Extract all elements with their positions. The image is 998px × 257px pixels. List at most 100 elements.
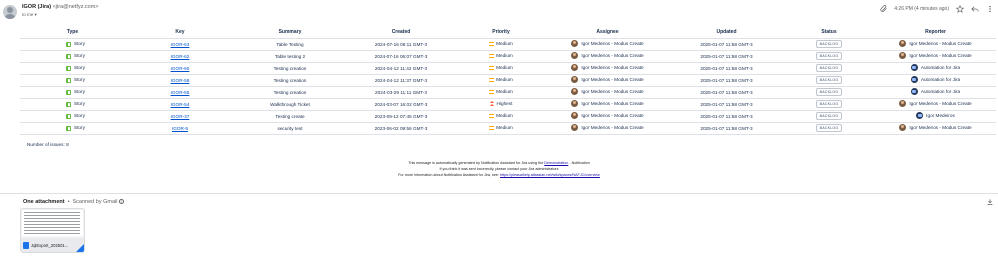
assignee-name: Igor Medeiros - Modus Create <box>581 113 644 118</box>
cell-status: BACKLOG <box>783 49 875 62</box>
table-row[interactable]: Story IGOR-55 Testing creation 2024-03-29 1… <box>20 85 996 98</box>
cell-priority: Medium <box>457 121 545 135</box>
reporter-avatar <box>910 76 918 83</box>
reporter-avatar <box>910 88 918 95</box>
cell-type: Story <box>20 109 125 122</box>
priority-label: Medium <box>496 113 513 119</box>
add-to-drive-icon[interactable] <box>986 198 994 206</box>
status-badge: BACKLOG <box>815 52 843 60</box>
attachments-separator: • <box>67 199 70 205</box>
sender-avatar[interactable] <box>3 5 17 19</box>
issue-type: Story <box>74 89 85 95</box>
sender-name[interactable]: IGOR (Jira) <box>22 4 51 10</box>
table-row[interactable]: Story IGOR-58 Testing creation 2024-04-12 1… <box>20 73 996 86</box>
reporter-avatar <box>899 124 907 131</box>
table-row[interactable]: Story IGOR-60 Testing creation 2024-04-12 1… <box>20 61 996 74</box>
notice-line1-suffix: - Notification <box>569 161 590 165</box>
docs-link[interactable]: https://pleasalhelp.atlassian.net/wiki/s… <box>500 173 600 177</box>
cell-assignee: Igor Medeiros - Modus Create <box>545 121 670 135</box>
cell-summary: Testing creation <box>235 61 345 74</box>
info-icon[interactable]: i <box>119 199 124 205</box>
cell-priority: Medium <box>457 37 545 50</box>
col-header-assignee: Assignee <box>596 28 619 35</box>
reporter-name: Igor Medeiros - Modus Create <box>909 101 972 106</box>
cell-type: Story <box>20 85 125 98</box>
cell-summary: Testing creation <box>235 73 345 86</box>
cell-status: BACKLOG <box>783 73 875 86</box>
reporter-name: Automation for Jira <box>920 89 961 94</box>
table-row[interactable]: Story IGOR-62 Table testing 2 2024-07-16 06… <box>20 49 996 62</box>
cell-created: 2024-07-16 06:07 GMT-3 <box>345 49 457 62</box>
cell-updated: 2025-01-07 11:58 GMT-3 <box>670 121 783 135</box>
spreadsheet-preview <box>22 210 83 236</box>
assignee-name: Igor Medeiros - Modus Create <box>581 77 644 82</box>
cell-assignee: Igor Medeiros - Modus Create <box>545 73 670 86</box>
status-badge: BACKLOG <box>815 112 843 120</box>
priority-label: Medium <box>496 77 513 83</box>
issue-key-link[interactable]: IGOR-55 <box>171 90 190 95</box>
attachments-header: One attachment • Scanned by Gmail i <box>23 199 124 205</box>
cell-reporter: Igor Medeiros - Modus Create <box>875 97 996 110</box>
sender-email: <jira@netfyz.com> <box>52 4 99 10</box>
issue-key-link[interactable]: IGOR-54 <box>171 102 190 107</box>
cell-key: IGOR-58 <box>125 73 235 86</box>
issue-count: Number of issues: 8 <box>27 142 69 147</box>
demonstration-link[interactable]: Demonstration <box>544 161 568 165</box>
cell-status: BACKLOG <box>783 61 875 74</box>
cell-type: Story <box>20 121 125 135</box>
attachment-thumbnail[interactable]: JqlExport_202501... <box>20 208 85 253</box>
table-row[interactable]: Story IGOR-37 Testing create 2023-09-12 07:… <box>20 109 996 122</box>
table-header-row: Type Key Summary Created Priority Assign… <box>20 26 996 38</box>
status-badge: BACKLOG <box>815 76 843 84</box>
reply-icon[interactable] <box>970 4 979 13</box>
cell-assignee: Igor Medeiros - Modus Create <box>545 85 670 98</box>
priority-icon <box>489 77 495 82</box>
attachment-filename: JqlExport_202501... <box>31 242 69 248</box>
col-header-key: Key <box>175 28 185 35</box>
priority-icon <box>489 53 495 58</box>
cell-reporter: Igor Medeiros - Modus Create <box>875 49 996 62</box>
scanned-by-gmail: Scanned by Gmail <box>72 199 118 205</box>
issue-key-link[interactable]: IGOR-5 <box>172 126 188 131</box>
cell-reporter: Igor Medeiros <box>875 109 996 122</box>
cell-key: IGOR-60 <box>125 61 235 74</box>
table-row[interactable]: Story IGOR-63 Table Testing 2024-07-16 06:1… <box>20 37 996 50</box>
star-icon[interactable] <box>955 4 964 13</box>
issue-key-link[interactable]: IGOR-63 <box>171 42 190 47</box>
table-row[interactable]: Story IGOR-54 Walkthrough Ticket 2024-03-07… <box>20 97 996 110</box>
chevron-down-icon[interactable]: ▾ <box>35 12 37 17</box>
cell-assignee: Igor Medeiros - Modus Create <box>545 37 670 50</box>
priority-icon <box>489 113 495 118</box>
issue-key-link[interactable]: IGOR-37 <box>171 114 190 119</box>
cell-assignee: Igor Medeiros - Modus Create <box>545 97 670 110</box>
cell-created: 2024-07-16 06:11 GMT-3 <box>345 37 457 50</box>
table-row[interactable]: Story IGOR-5 security test 2023-06-02 09:56… <box>20 121 996 135</box>
recipient-toggle[interactable]: to me ▾ <box>22 12 37 18</box>
assignee-avatar <box>571 76 579 83</box>
reporter-avatar <box>899 52 907 59</box>
story-icon <box>66 53 71 59</box>
reporter-avatar <box>910 64 918 71</box>
reporter-avatar <box>916 112 924 119</box>
reporter-avatar <box>899 100 907 107</box>
cell-key: IGOR-54 <box>125 97 235 110</box>
cell-updated: 2025-01-07 11:58 GMT-3 <box>670 37 783 50</box>
assignee-avatar <box>571 112 579 119</box>
cell-priority: Medium <box>457 109 545 122</box>
cell-updated: 2025-01-07 11:58 GMT-3 <box>670 61 783 74</box>
col-header-type: Type <box>66 28 79 35</box>
issue-key-link[interactable]: IGOR-60 <box>171 66 190 71</box>
col-header-status: Status <box>821 28 837 35</box>
issue-type: Story <box>74 101 85 107</box>
issue-key-link[interactable]: IGOR-58 <box>171 78 190 83</box>
cell-key: IGOR-62 <box>125 49 235 62</box>
story-icon <box>66 41 71 47</box>
cell-reporter: Automation for Jira <box>875 61 996 74</box>
issue-type: Story <box>74 41 85 47</box>
cell-key: IGOR-63 <box>125 37 235 50</box>
cell-summary: Table testing 2 <box>235 49 345 62</box>
issue-key-link[interactable]: IGOR-62 <box>171 54 190 59</box>
cell-type: Story <box>20 49 125 62</box>
priority-label: Medium <box>496 41 513 47</box>
more-vert-icon[interactable] <box>985 4 994 13</box>
